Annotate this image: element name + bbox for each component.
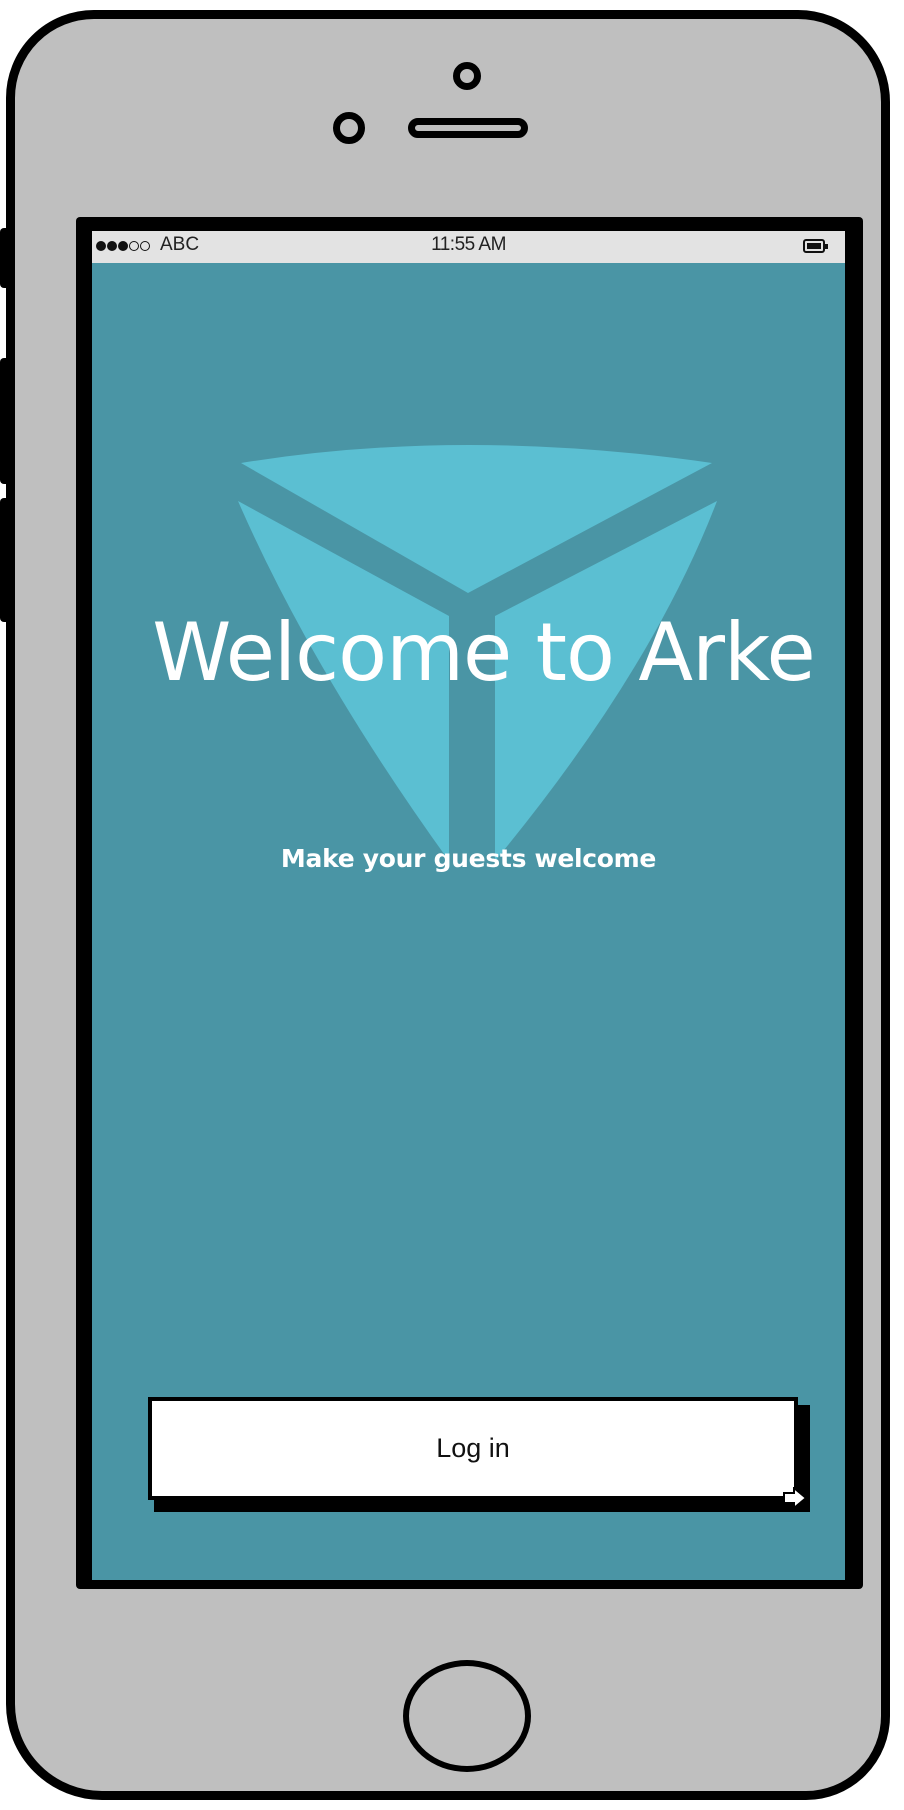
earpiece-speaker [408,118,528,138]
home-button[interactable] [403,1660,531,1772]
front-camera [453,62,481,90]
pointer-cursor-icon [783,1487,808,1509]
proximity-sensor [333,112,365,144]
mute-switch [0,228,14,288]
login-button[interactable]: Log in [148,1397,798,1500]
volume-up-button [0,358,14,484]
welcome-subtitle: Make your guests welcome [280,844,657,873]
welcome-title: Welcome to Arke [152,606,815,699]
app-screen: ABC 11:55 AM Welcome to Arke Make your g… [92,231,845,1580]
volume-down-button [0,498,14,622]
arke-logo-icon [238,445,717,861]
